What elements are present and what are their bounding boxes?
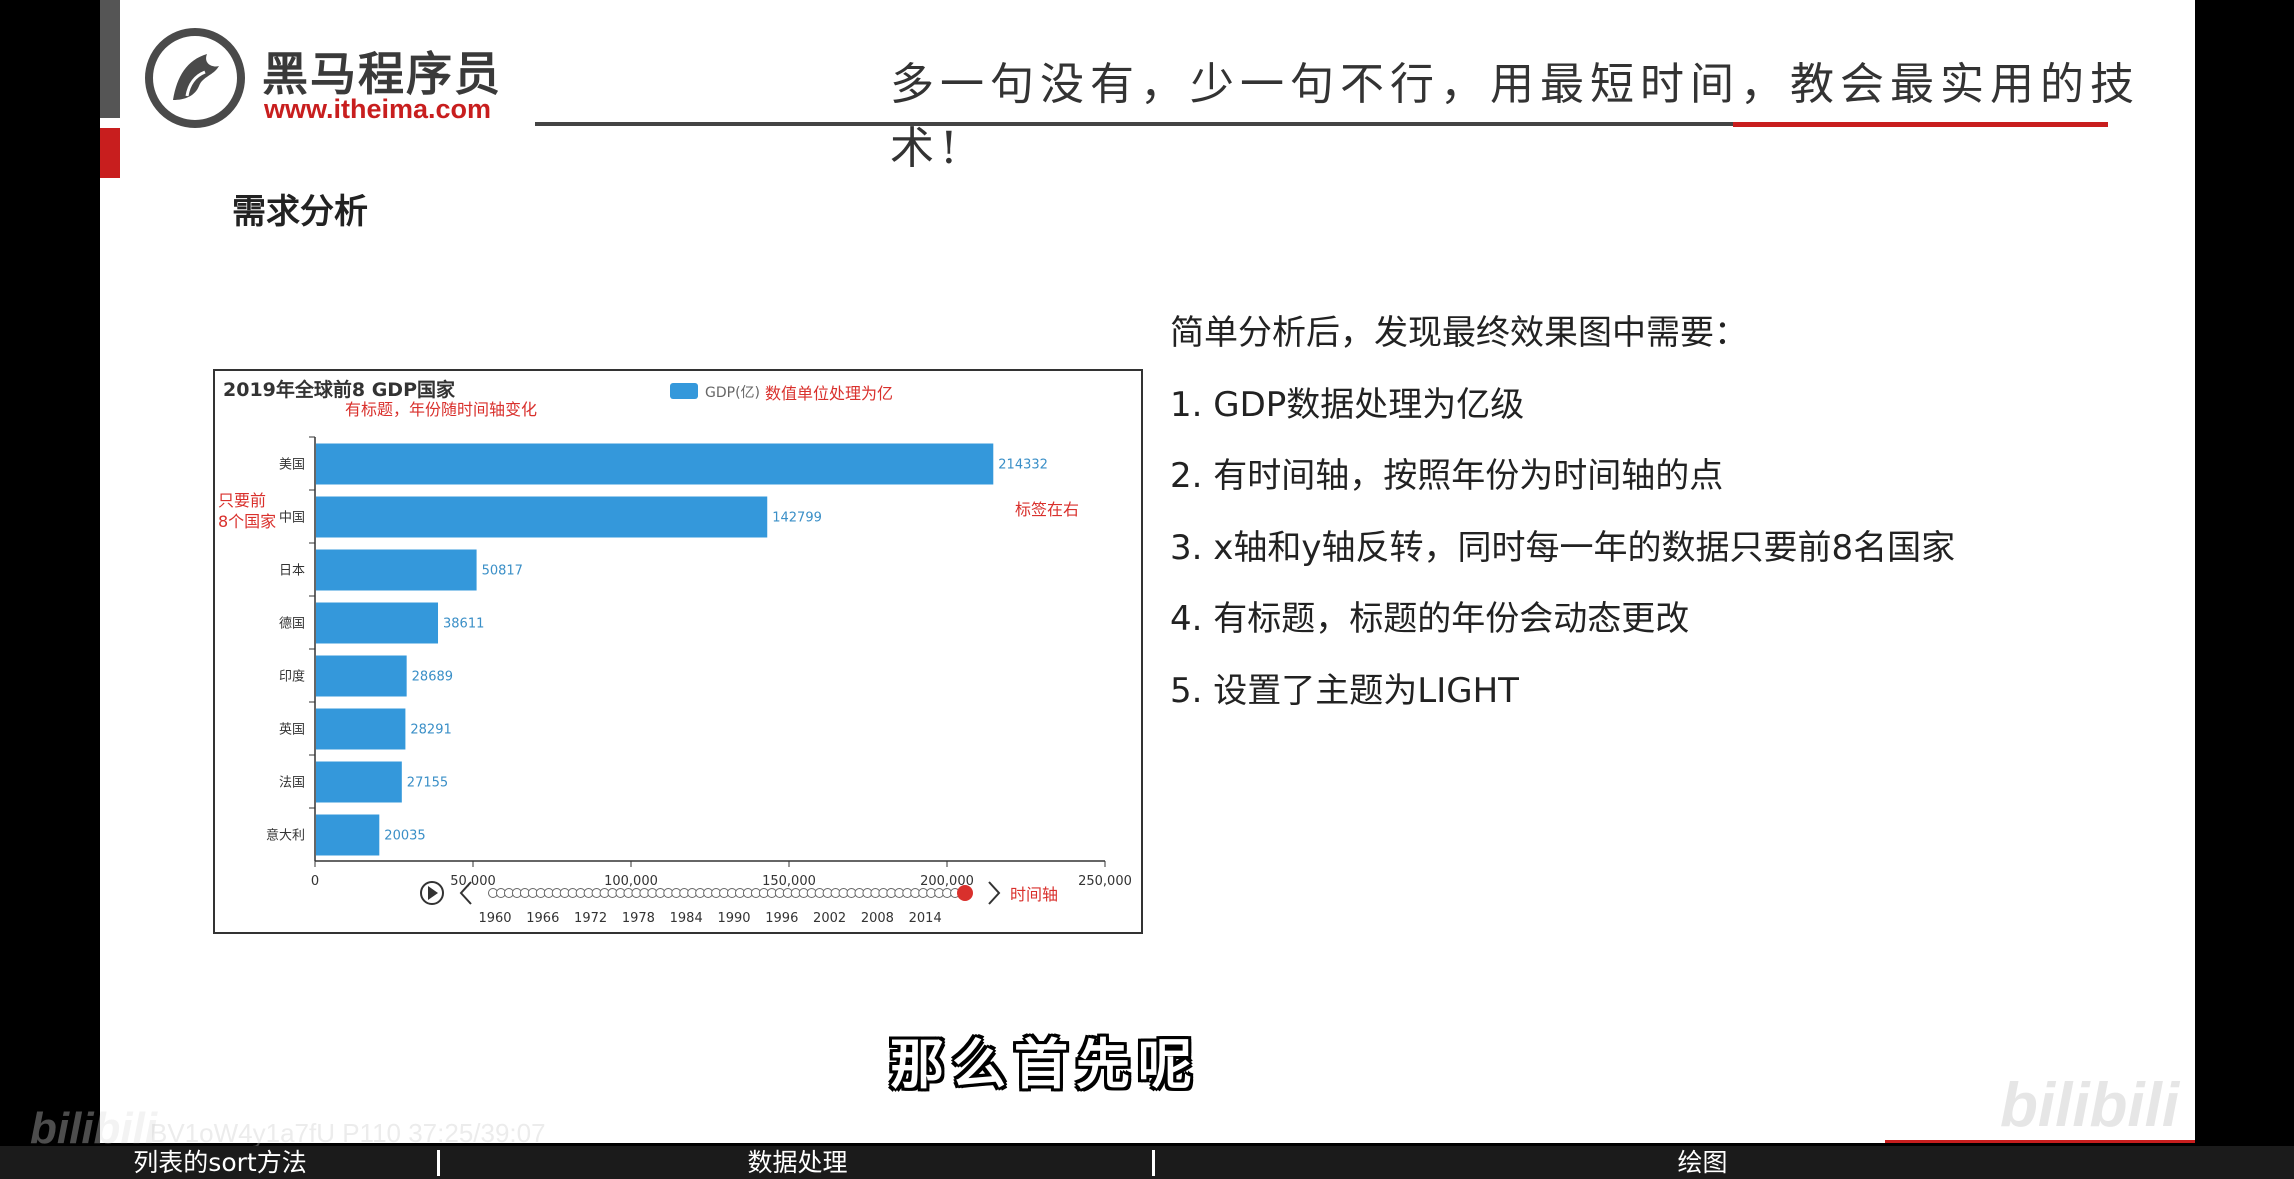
left-accent-dark <box>100 0 120 118</box>
bar-value-label: 214332 <box>998 458 1048 473</box>
chapter-data-processing[interactable]: 数据处理 <box>440 1146 1155 1179</box>
chart-bar <box>316 549 477 591</box>
chart-bar <box>316 443 994 485</box>
y-tick-label: 中国 <box>279 511 305 526</box>
chart-bar <box>316 814 380 856</box>
x-tick-label: 100,000 <box>604 874 658 889</box>
chapter-sort-method[interactable]: 列表的sort方法 <box>0 1146 440 1179</box>
x-tick-label: 0 <box>311 874 319 889</box>
y-tick-label: 印度 <box>279 669 305 685</box>
bar-value-label: 28689 <box>412 670 453 685</box>
legend-swatch <box>670 383 698 399</box>
timeline-year-label: 1984 <box>670 911 703 926</box>
left-accent-red <box>100 128 120 178</box>
y-tick-label: 德国 <box>279 617 305 632</box>
bar-value-label: 28291 <box>410 723 451 738</box>
timeline-year-label: 1978 <box>622 911 655 926</box>
y-tick-label: 美国 <box>279 458 305 473</box>
y-tick-label: 英国 <box>279 723 305 738</box>
bar-value-label: 38611 <box>443 617 484 632</box>
timeline-year-label: 1966 <box>526 911 559 926</box>
gdp-chart: 2019年全球前8 GDP国家 有标题，年份随时间轴变化 GDP(亿) 数值单位处理为… <box>213 369 1143 934</box>
x-tick-label: 150,000 <box>762 874 816 889</box>
chart-canvas: 2019年全球前8 GDP国家有标题，年份随时间轴变化 GDP(亿) 数值单位处理为… <box>218 378 1132 926</box>
timeline-next-icon <box>988 881 1001 905</box>
y-tick-label: 意大利 <box>266 828 305 844</box>
requirement-item-1: 1. GDP数据处理为亿级 <box>1170 385 1525 425</box>
chart-bar <box>316 708 406 750</box>
timeline-year-label: 1996 <box>765 911 798 926</box>
section-title: 需求分析 <box>232 192 368 232</box>
chart-title-note: 有标题，年份随时间轴变化 <box>345 400 537 419</box>
timeline-year-label: 1960 <box>478 911 511 926</box>
play-icon <box>428 886 438 900</box>
legend-label: GDP(亿) <box>705 385 760 401</box>
bar-value-label: 50817 <box>482 564 523 579</box>
slogan: 多一句没有，少一句不行，用最短时间，教会最实用的技术! <box>890 59 2140 174</box>
chart-bar <box>316 761 402 803</box>
left-note-line2: 8个国家 <box>218 512 276 531</box>
timeline-year-label: 1990 <box>717 911 750 926</box>
chart-bar <box>316 496 768 538</box>
chart-bar <box>316 655 407 697</box>
requirement-item-2: 2. 有时间轴，按照年份为时间轴的点 <box>1170 456 1724 496</box>
timeline-year-label: 2014 <box>909 911 942 926</box>
bar-value-label: 142799 <box>772 511 822 526</box>
timeline-year-label: 2008 <box>861 911 894 926</box>
bilibili-corner-logo: bilibili <box>2000 1071 2180 1140</box>
header-divider-accent <box>1733 122 2108 127</box>
chapter-plotting[interactable]: 绘图 <box>1155 1146 2250 1179</box>
video-id-watermark: BV1oW4y1a7fU P110 37:25/39:07 <box>150 1118 546 1148</box>
header-divider <box>535 122 1775 126</box>
chart-title: 2019年全球前8 GDP国家 <box>223 378 456 401</box>
bar-value-label: 20035 <box>384 829 425 844</box>
timeline-year-label: 1972 <box>574 911 607 926</box>
left-note-line1: 只要前 <box>218 491 266 510</box>
chapter-bar: 列表的sort方法 数据处理 绘图 <box>0 1146 2294 1179</box>
bar-value-label: 27155 <box>407 776 448 791</box>
y-tick-label: 日本 <box>279 564 305 579</box>
right-note: 标签在右 <box>1015 500 1079 519</box>
requirements-intro: 简单分析后，发现最终效果图中需要： <box>1170 313 1748 353</box>
chart-bar <box>316 602 439 644</box>
brand-url: www.itheima.com <box>264 94 492 124</box>
slide: 黑马程序员 www.itheima.com 多一句没有，少一句不行，用最短时间，… <box>100 0 2195 1143</box>
timeline-note: 时间轴 <box>1010 885 1058 904</box>
legend-note: 数值单位处理为亿 <box>765 384 893 403</box>
video-subtitle: 那么首先呢 <box>890 1033 1200 1096</box>
y-tick-label: 法国 <box>279 776 305 791</box>
brand-logo-icon <box>145 28 245 128</box>
requirement-item-4: 4. 有标题，标题的年份会动态更改 <box>1170 599 1690 639</box>
requirement-item-3: 3. x轴和y轴反转，同时每一年的数据只要前8名国家 <box>1170 528 1956 568</box>
x-tick-label: 50,000 <box>450 874 496 889</box>
requirement-item-5: 5. 设置了主题为LIGHT <box>1170 671 1519 711</box>
timeline-current-point <box>957 885 973 901</box>
x-tick-label: 250,000 <box>1078 874 1132 889</box>
timeline-year-label: 2002 <box>813 911 846 926</box>
